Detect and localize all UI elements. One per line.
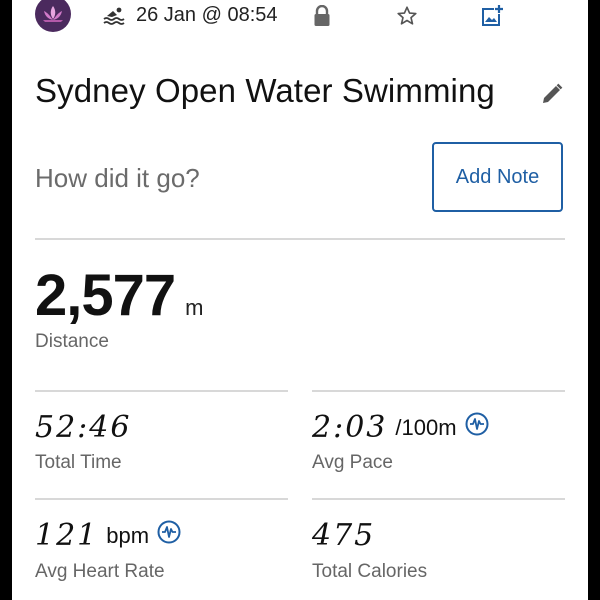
star-icon[interactable] <box>395 4 419 28</box>
activity-title: Sydney Open Water Swimming <box>35 72 495 109</box>
calories-label: Total Calories <box>312 561 428 582</box>
lotus-icon <box>43 6 63 22</box>
avatar[interactable] <box>35 0 71 32</box>
calories-value: 475 <box>312 518 375 553</box>
activity-meta: 26 Jan @ 08:54 <box>102 4 278 27</box>
pencil-icon[interactable] <box>540 82 564 106</box>
swim-icon <box>103 7 125 25</box>
divider <box>35 238 565 240</box>
avg-pace-label: Avg Pace <box>312 452 393 473</box>
lock-icon[interactable] <box>310 4 334 28</box>
divider <box>312 390 565 392</box>
add-note-button[interactable]: Add Note <box>432 142 563 212</box>
total-time-value: 52:46 <box>35 410 131 445</box>
avg-pace-number: 2:03 <box>312 410 388 445</box>
divider <box>312 498 565 500</box>
pace-chart-icon[interactable] <box>465 412 489 436</box>
heart-rate-unit: bpm <box>106 522 150 548</box>
heart-rate-label: Avg Heart Rate <box>35 561 165 582</box>
distance-number: 2,577 <box>35 263 176 328</box>
divider <box>35 390 288 392</box>
heart-rate-number: 121 <box>35 518 99 553</box>
distance-value: 2,577 m <box>35 262 203 329</box>
distance-label: Distance <box>35 331 109 352</box>
distance-unit: m <box>185 295 204 320</box>
avg-pace-unit: /100m <box>395 414 457 440</box>
total-time-number: 52:46 <box>35 410 132 445</box>
total-time-label: Total Time <box>35 452 122 473</box>
add-photo-icon[interactable] <box>480 4 504 28</box>
calories-number: 475 <box>312 518 376 553</box>
divider <box>35 498 288 500</box>
note-prompt: How did it go? <box>35 163 200 193</box>
top-bar: 26 Jan @ 08:54 <box>12 0 588 34</box>
avg-pace-value: 2:03 /100m <box>312 410 489 445</box>
heart-rate-chart-icon[interactable] <box>157 520 181 544</box>
activity-date-time: 26 Jan @ 08:54 <box>136 4 278 26</box>
activity-sheet: 26 Jan @ 08:54 Sydney Open Water Swimmin… <box>12 0 588 600</box>
heart-rate-value: 121 bpm <box>35 518 181 553</box>
